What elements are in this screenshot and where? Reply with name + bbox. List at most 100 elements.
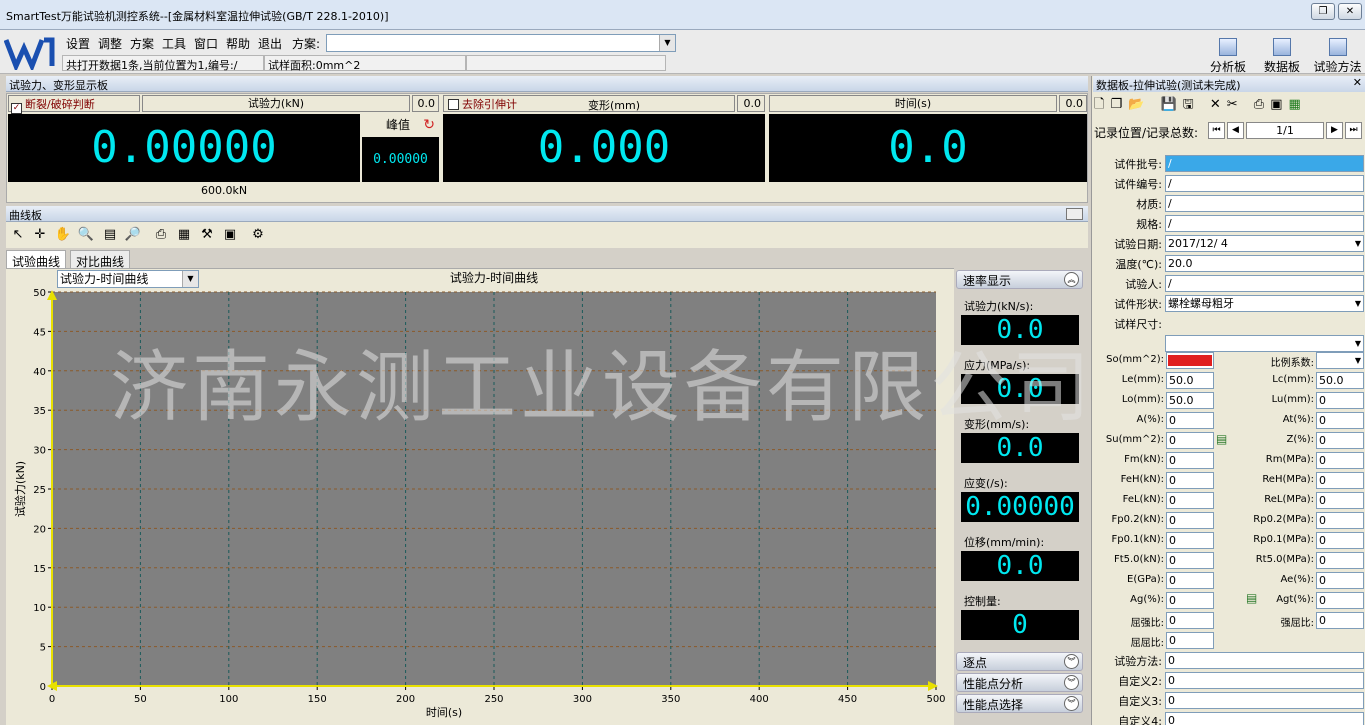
left_params-value-12[interactable]: 0: [1166, 592, 1214, 609]
open-icon[interactable]: 📂: [1128, 97, 1150, 112]
print-icon[interactable]: ⎙: [152, 226, 170, 244]
left_params-value-0[interactable]: [1166, 352, 1214, 369]
bottom-value-0[interactable]: 0: [1165, 652, 1364, 669]
first-record-icon[interactable]: ⏮: [1208, 122, 1225, 139]
left_params-value-9[interactable]: 0: [1166, 532, 1214, 549]
right_params-value-0[interactable]: ▼: [1316, 352, 1364, 369]
print-icon[interactable]: ⎙: [1254, 97, 1270, 112]
left_params-value-6[interactable]: 0: [1166, 472, 1214, 489]
right_params-value-6[interactable]: 0: [1316, 472, 1364, 489]
scheme-select[interactable]: ▼: [326, 34, 676, 52]
report-icon[interactable]: ▣: [1270, 97, 1288, 112]
clear-icon[interactable]: ✂: [1227, 97, 1244, 112]
left_params-value-8[interactable]: 0: [1166, 512, 1214, 529]
menu-item-4[interactable]: 窗口: [194, 35, 218, 52]
close-button[interactable]: ✕: [1338, 3, 1362, 20]
rate-section-0[interactable]: 逐点 ︾: [956, 652, 1083, 671]
crosshair-icon[interactable]: ✛: [31, 226, 49, 244]
expand-down-icon[interactable]: ︾: [1064, 654, 1079, 669]
tools-icon[interactable]: ⚒: [198, 226, 216, 244]
field-value-3[interactable]: /: [1165, 215, 1364, 232]
field-value-2[interactable]: /: [1165, 195, 1364, 212]
collapse-up-icon[interactable]: ︽: [1064, 272, 1079, 287]
right_params-value-10[interactable]: 0: [1316, 552, 1364, 569]
save-icon[interactable]: 💾: [1160, 97, 1182, 112]
right_params-value-4[interactable]: 0: [1316, 432, 1364, 449]
zoom-out-icon[interactable]: 🔎: [124, 226, 142, 244]
last-record-icon[interactable]: ⏭: [1345, 122, 1362, 139]
field-value-4[interactable]: 2017/12/ 4 ▼: [1165, 235, 1364, 252]
right_params-value-5[interactable]: 0: [1316, 452, 1364, 469]
expand-down-icon[interactable]: ︾: [1064, 675, 1079, 690]
right_params-value-3[interactable]: 0: [1316, 412, 1364, 429]
field-value-1[interactable]: /: [1165, 175, 1364, 192]
force-time-chart[interactable]: 试验力-时间曲线051015202530354045500 50 100 150 200…: [6, 268, 954, 725]
left_params-value-7[interactable]: 0: [1166, 492, 1214, 509]
chevron-down-icon[interactable]: ▼: [1355, 236, 1361, 251]
new-icon[interactable]: 🗋: [1094, 97, 1110, 112]
bottom-value-3[interactable]: 0: [1165, 712, 1364, 725]
expand-down-icon[interactable]: ︾: [1064, 696, 1079, 711]
zoom-in-icon[interactable]: 🔍: [77, 226, 95, 244]
field-value-7[interactable]: 螺栓螺母粗牙 ▼: [1165, 295, 1364, 312]
right_params-value-9[interactable]: 0: [1316, 532, 1364, 549]
excel-icon[interactable]: ▦: [1289, 97, 1307, 112]
next-record-icon[interactable]: ▶: [1326, 122, 1343, 139]
left_params-value-14[interactable]: 0: [1166, 632, 1214, 649]
right_params-value-11[interactable]: 0: [1316, 572, 1364, 589]
prev-record-icon[interactable]: ◀: [1227, 122, 1244, 139]
analysis-board-button[interactable]: 分析板: [1208, 38, 1248, 75]
menu-item-6[interactable]: 退出: [258, 35, 282, 52]
chevron-down-icon[interactable]: ▼: [1355, 296, 1361, 311]
bottom-value-1[interactable]: 0: [1165, 672, 1364, 689]
chevron-down-icon[interactable]: ▼: [1355, 353, 1361, 368]
right_params-value-2[interactable]: 0: [1316, 392, 1364, 409]
menu-item-3[interactable]: 工具: [162, 35, 186, 52]
menu-item-0[interactable]: 设置: [66, 35, 90, 52]
field-value-8[interactable]: ▼: [1165, 335, 1364, 352]
panel-restore-icon[interactable]: [1066, 208, 1083, 220]
rate-panel-header[interactable]: 速率显示 ︽: [956, 270, 1083, 289]
copy-icon[interactable]: ❐: [1110, 97, 1128, 112]
field-value-0[interactable]: /: [1165, 155, 1364, 172]
refresh-icon[interactable]: ↻: [423, 114, 435, 136]
zoom-box-icon[interactable]: ▤: [101, 226, 119, 244]
right_params-value-12[interactable]: 0: [1316, 592, 1364, 609]
break-judge-checkbox[interactable]: ✓ 断裂/破碎判断: [8, 95, 140, 114]
tab-compare-curve[interactable]: 对比曲线: [70, 250, 131, 269]
chart-icon[interactable]: ▦: [175, 226, 193, 244]
hand-icon[interactable]: ✋: [54, 226, 72, 244]
left_params-value-2[interactable]: 50.0: [1166, 392, 1214, 409]
left_params-value-11[interactable]: 0: [1166, 572, 1214, 589]
menu-item-2[interactable]: 方案: [130, 35, 154, 52]
left_params-value-5[interactable]: 0: [1166, 452, 1214, 469]
save-as-icon[interactable]: 🖫: [1183, 97, 1200, 112]
rate-section-1[interactable]: 性能点分析 ︾: [956, 673, 1083, 692]
left_params-value-13[interactable]: 0: [1166, 612, 1214, 629]
delete-icon[interactable]: ✕: [1210, 97, 1227, 112]
left_params-value-1[interactable]: 50.0: [1166, 372, 1214, 389]
right_params-value-7[interactable]: 0: [1316, 492, 1364, 509]
close-icon[interactable]: ✕: [1353, 76, 1362, 89]
pointer-icon[interactable]: ↖: [9, 226, 27, 244]
settings-icon[interactable]: ⚙: [249, 226, 267, 244]
left_params-value-4[interactable]: 0: [1166, 432, 1214, 449]
calc-icon[interactable]: ▤: [1216, 432, 1227, 446]
field-value-5[interactable]: 20.0: [1165, 255, 1364, 272]
right_params-value-1[interactable]: 50.0: [1316, 372, 1364, 389]
right_params-value-13[interactable]: 0: [1316, 612, 1364, 629]
chevron-down-icon[interactable]: ▼: [659, 35, 675, 51]
restore-button[interactable]: ❐: [1311, 3, 1335, 20]
test-method-button[interactable]: 试验方法: [1310, 38, 1365, 75]
left_params-value-3[interactable]: 0: [1166, 412, 1214, 429]
field-value-6[interactable]: /: [1165, 275, 1364, 292]
menu-item-1[interactable]: 调整: [98, 35, 122, 52]
right_params-value-8[interactable]: 0: [1316, 512, 1364, 529]
menu-item-5[interactable]: 帮助: [226, 35, 250, 52]
calc-agt-icon[interactable]: ▤: [1246, 591, 1257, 605]
table-icon[interactable]: ▣: [221, 226, 239, 244]
chevron-down-icon[interactable]: ▼: [1355, 336, 1361, 351]
tab-test-curve[interactable]: 试验曲线: [6, 250, 67, 269]
data-board-button[interactable]: 数据板: [1262, 38, 1302, 75]
rate-section-2[interactable]: 性能点选择 ︾: [956, 694, 1083, 713]
